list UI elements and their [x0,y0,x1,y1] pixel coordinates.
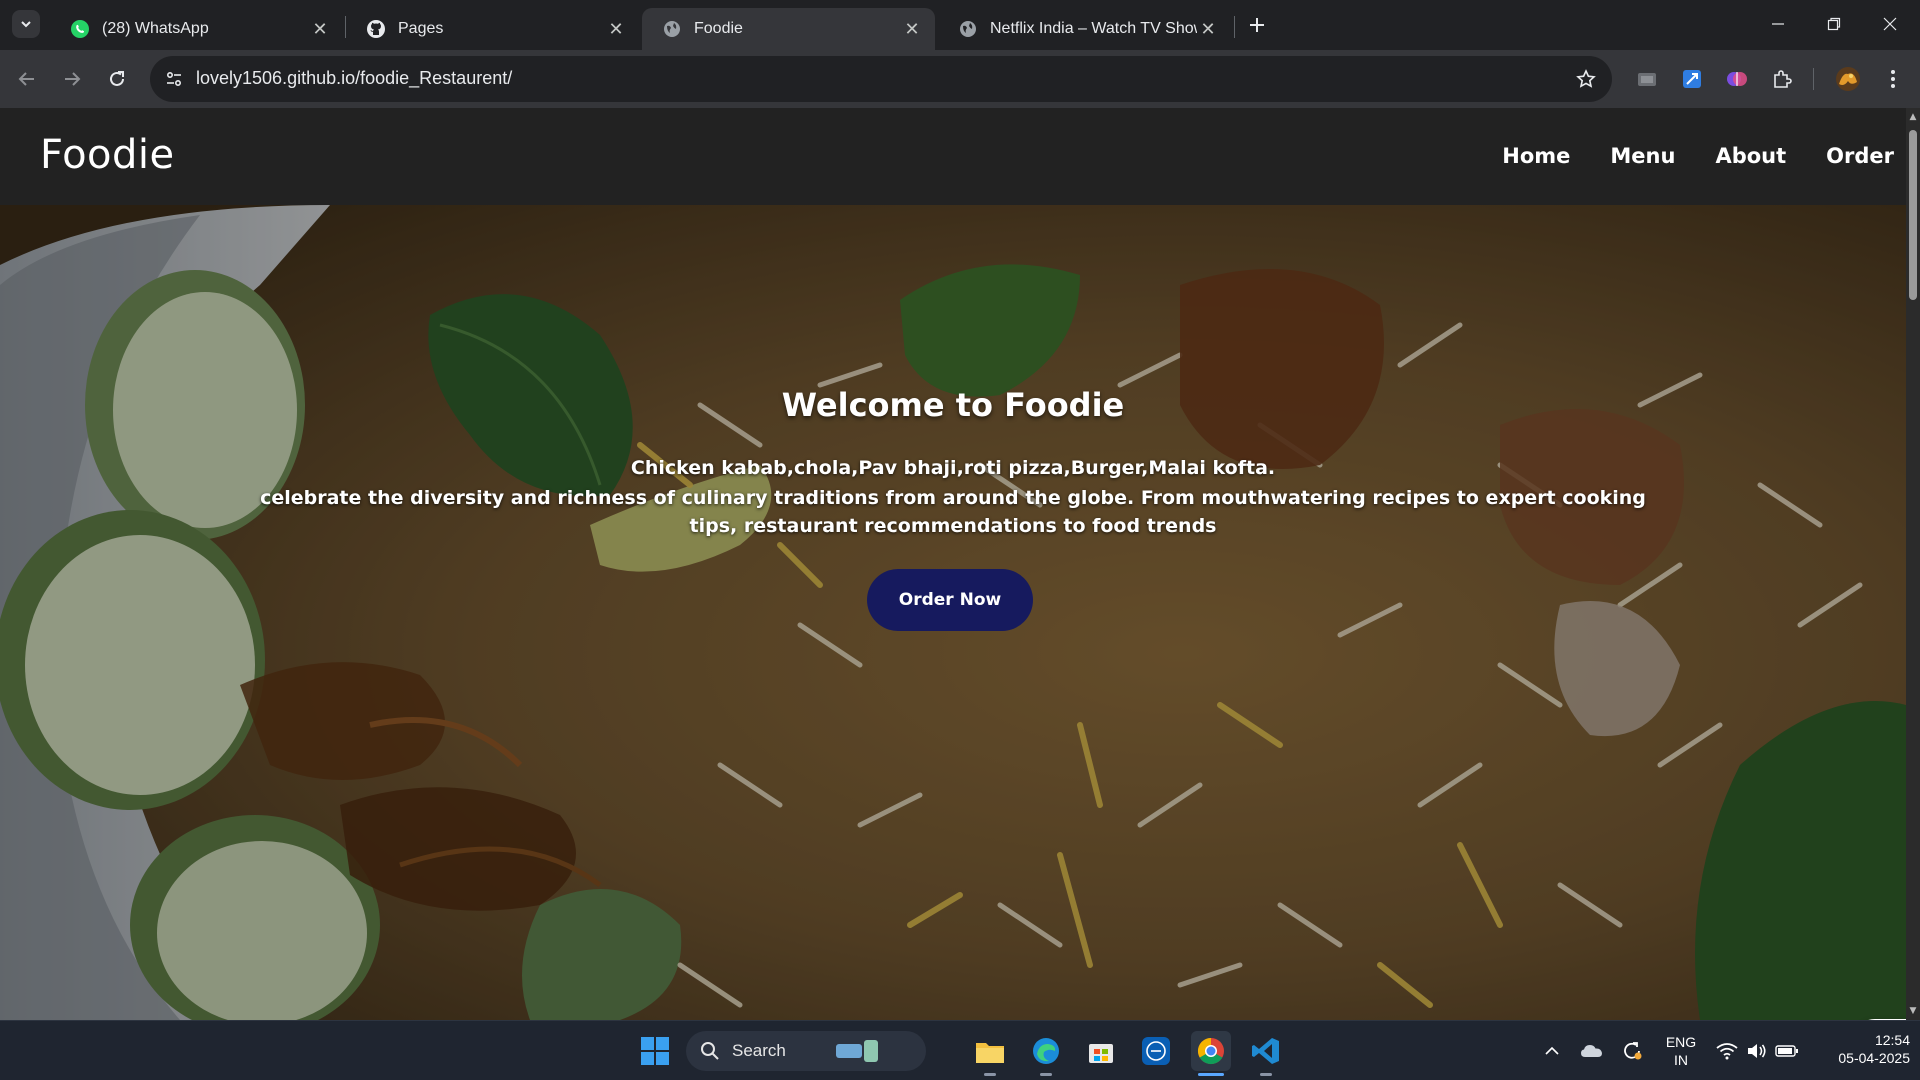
extension-cast-icon[interactable] [1632,64,1662,94]
new-tab-button[interactable] [1242,10,1272,40]
region-code: IN [1674,1052,1688,1068]
hero-dishes-text: Chicken kabab,chola,Pav bhaji,roti pizza… [630,457,1276,479]
close-window-button[interactable] [1862,0,1918,48]
back-button[interactable] [10,62,44,96]
hero-title: Welcome to Foodie [781,386,1125,424]
close-icon[interactable]: ✕ [1197,18,1219,40]
minimize-button[interactable] [1750,0,1806,48]
arrow-right-icon [65,72,81,86]
language-code: ENG [1665,1034,1697,1050]
nav-link-about[interactable]: About [1715,144,1786,168]
profile-avatar[interactable] [1833,64,1863,94]
more-vert-icon [1891,70,1895,88]
arrow-left-icon [18,72,34,86]
close-icon[interactable]: ✕ [901,18,923,40]
tab-title: (28) WhatsApp [102,20,209,37]
sync-icon[interactable] [1614,1031,1650,1071]
browser-menu-button[interactable] [1878,64,1908,94]
battery-icon[interactable] [1770,1031,1804,1071]
scrollbar-thumb[interactable] [1909,130,1917,300]
minimize-icon [1772,23,1784,25]
taskbar-search[interactable]: Search [686,1031,926,1071]
active-indicator [1198,1073,1224,1076]
clock[interactable]: 12:54 05-04-2025 [1810,1031,1910,1067]
file-explorer-icon[interactable] [970,1031,1010,1071]
page-viewport: Foodie Home Menu About Order Welcome to … [0,108,1906,1020]
address-bar[interactable]: lovely1506.github.io/foodie_Restaurent/ [150,56,1612,102]
github-icon [366,19,386,39]
close-icon[interactable]: ✕ [605,18,627,40]
running-indicator [1040,1073,1052,1076]
close-icon[interactable]: ✕ [309,18,331,40]
reload-button[interactable] [100,62,134,96]
restore-button[interactable] [1806,0,1862,48]
chevron-down-icon [21,21,31,28]
search-highlight-icon [835,1040,878,1062]
site-info-icon[interactable] [162,67,186,91]
site-logo[interactable]: Foodie [40,132,175,178]
windows-logo-icon [641,1037,669,1065]
tab-pages[interactable]: Pages ✕ [346,8,639,50]
hero-description: celebrate the diversity and richness of … [260,487,1646,537]
language-indicator[interactable]: ENG IN [1662,1033,1700,1069]
tab-search-button[interactable] [12,10,40,38]
tab-title: Netflix India – Watch TV Shows [990,20,1197,37]
microsoft-store-icon[interactable] [1081,1031,1121,1071]
url-text[interactable]: lovely1506.github.io/foodie_Restaurent/ [196,68,512,89]
close-icon [1883,17,1897,31]
extensions-puzzle-icon[interactable] [1767,64,1797,94]
tab-whatsapp[interactable]: (28) WhatsApp ✕ [50,8,343,50]
tab-divider [1234,16,1235,38]
wifi-icon[interactable] [1710,1031,1744,1071]
extension-resize-icon[interactable] [1677,64,1707,94]
search-label: Search [732,1041,786,1060]
clock-date: 05-04-2025 [1838,1050,1910,1066]
tab-netflix[interactable]: Netflix India – Watch TV Shows ✕ [938,8,1231,50]
windows-taskbar: Search ENG IN 12:54 05-04-2025 [0,1020,1920,1080]
hero-section: Welcome to Foodie Chicken kabab,chola,Pa… [0,205,1906,1020]
bookmark-star-icon[interactable] [1574,67,1598,91]
globe-icon [958,19,978,39]
restore-icon [1827,17,1841,31]
nav-link-order[interactable]: Order [1826,144,1894,168]
nav-link-menu[interactable]: Menu [1610,144,1675,168]
edge-browser-icon[interactable] [1026,1031,1066,1071]
extension-brain-icon[interactable] [1722,64,1752,94]
tab-title: Foodie [694,20,743,37]
whatsapp-icon [70,19,90,39]
running-indicator [1260,1073,1272,1076]
site-header: Foodie Home Menu About Order [0,108,1906,205]
order-now-button[interactable]: Order Now [867,569,1033,631]
toolbar-divider [1813,68,1814,90]
vscode-icon[interactable] [1246,1031,1286,1071]
tab-title: Pages [398,20,444,37]
chrome-browser-icon[interactable] [1191,1031,1231,1071]
volume-icon[interactable] [1740,1031,1774,1071]
search-icon [701,1042,719,1060]
scroll-down-arrow-icon[interactable]: ▼ [1908,1006,1918,1016]
start-button[interactable] [635,1031,675,1071]
tab-foodie[interactable]: Foodie ✕ [642,8,935,50]
browser-toolbar: lovely1506.github.io/foodie_Restaurent/ [0,50,1920,108]
dell-app-icon[interactable] [1136,1031,1176,1071]
running-indicator [984,1073,996,1076]
forward-button[interactable] [55,62,89,96]
clock-time: 12:54 [1874,1032,1910,1048]
globe-icon [662,19,682,39]
page-scrollbar[interactable]: ▲ ▼ [1906,108,1920,1020]
chevron-up-icon [1545,1046,1559,1055]
plus-icon [1250,18,1264,32]
reload-icon [110,71,124,86]
nav-link-home[interactable]: Home [1502,144,1570,168]
scroll-up-arrow-icon[interactable]: ▲ [1908,112,1918,122]
show-hidden-icons-button[interactable] [1534,1031,1570,1071]
browser-tab-strip: (28) WhatsApp ✕ Pages ✕ Foodie ✕ Netflix… [0,0,1920,50]
site-nav-links: Home Menu About Order [1502,144,1894,168]
onedrive-icon[interactable] [1574,1031,1610,1071]
